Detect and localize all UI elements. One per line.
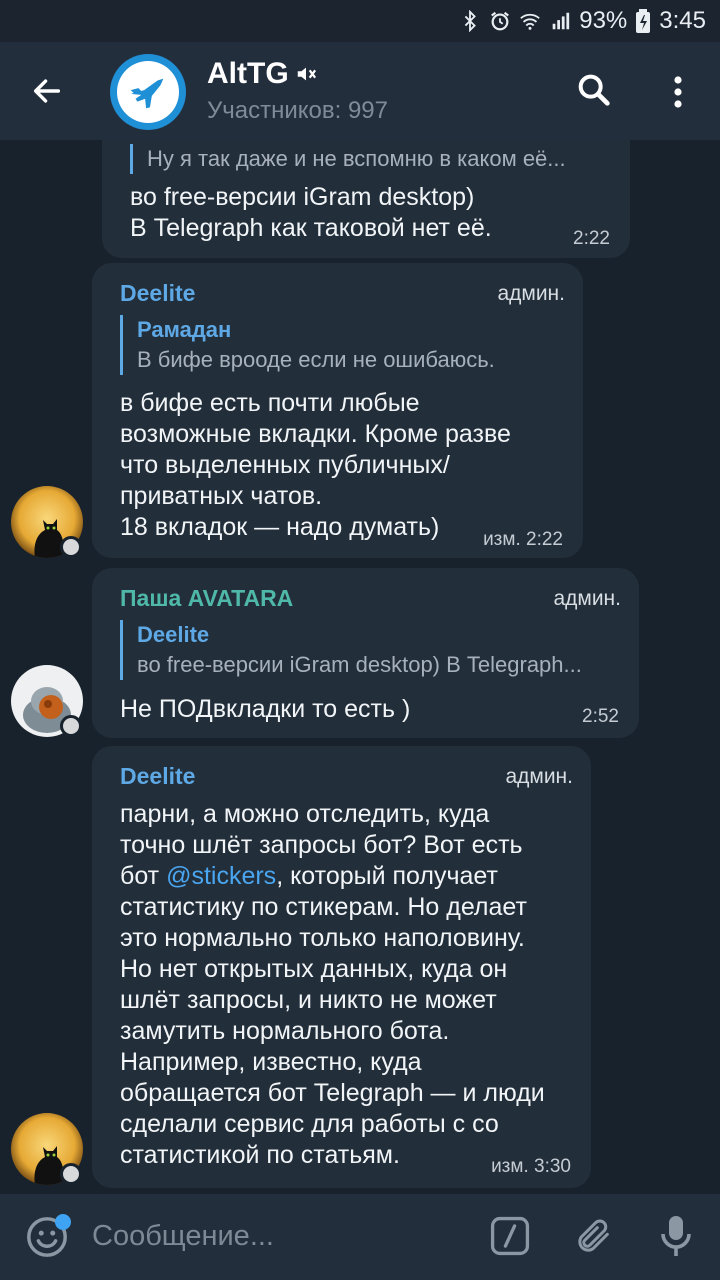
attach-button[interactable] xyxy=(574,1214,614,1258)
voice-record-button[interactable] xyxy=(658,1212,694,1260)
message-text: Не ПОДвкладки то есть ) xyxy=(120,695,411,723)
reply-text: во free-версии iGram desktop) В Telegrap… xyxy=(137,652,582,677)
avatar-status-dot xyxy=(60,715,82,737)
avatar-status-dot xyxy=(60,536,82,558)
bluetooth-icon xyxy=(465,10,477,32)
sender-name[interactable]: Паша AVATARA xyxy=(120,585,293,612)
reply-sender: Рамадан xyxy=(137,317,232,342)
sender-name[interactable]: Deelite xyxy=(120,763,195,790)
signal-icon xyxy=(552,12,570,30)
status-bar: 93% 3:45 xyxy=(0,0,720,42)
message-time: 2:52 xyxy=(582,706,619,727)
message-text-part: , который получает статистику по стикера… xyxy=(120,862,545,1169)
members-count: Участников: 997 xyxy=(207,97,388,124)
reply-quote[interactable]: Deelite во free-версии iGram desktop) В … xyxy=(120,620,616,680)
chat-title[interactable]: AltTG xyxy=(207,57,317,91)
microphone-icon xyxy=(661,1216,691,1256)
message-text: в бифе есть почти любые возможные вкладк… xyxy=(120,389,511,541)
battery-percent: 93% xyxy=(579,7,628,34)
back-button[interactable] xyxy=(26,70,68,112)
back-arrow-icon xyxy=(33,79,61,103)
message-bubble[interactable]: Ну я так даже и не вспомню в каком её...… xyxy=(102,140,630,258)
chat-avatar[interactable] xyxy=(110,54,186,130)
message-time: изм. 3:30 xyxy=(491,1156,571,1177)
telegram-plane-icon xyxy=(117,61,179,123)
message-text: во free-версии iGram desktop) В Telegrap… xyxy=(130,183,492,242)
reply-quote[interactable]: Ну я так даже и не вспомню в каком её... xyxy=(130,144,610,174)
message-text: парни, а можно отследить, куда точно шлё… xyxy=(120,799,545,1171)
bot-mention-link[interactable]: @stickers xyxy=(166,862,276,890)
message-list[interactable]: Ну я так даже и не вспомню в каком её...… xyxy=(0,140,720,1194)
slash-command-icon xyxy=(490,1216,530,1256)
clock: 3:45 xyxy=(659,7,706,34)
search-button[interactable] xyxy=(574,70,614,110)
notification-dot xyxy=(55,1214,71,1230)
message-bubble[interactable]: Deelite админ. парни, а можно отследить,… xyxy=(92,746,591,1188)
reply-sender: Deelite xyxy=(137,622,210,647)
message-time: 2:22 xyxy=(573,228,610,249)
admin-badge: админ. xyxy=(553,587,621,610)
alarm-icon xyxy=(491,11,510,31)
wifi-icon xyxy=(520,13,541,30)
admin-badge: админ. xyxy=(497,282,565,305)
reply-quote[interactable]: Рамадан В бифе врооде если не ошибаюсь. xyxy=(120,315,550,375)
message-time: изм. 2:22 xyxy=(483,529,563,550)
chat-header: AltTG Участников: 997 xyxy=(0,42,720,140)
bot-commands-button[interactable] xyxy=(488,1214,532,1258)
battery-icon xyxy=(636,9,651,33)
search-icon xyxy=(578,74,610,106)
more-vertical-icon xyxy=(674,76,682,108)
message-bubble[interactable]: Deelite админ. Рамадан В бифе врооде есл… xyxy=(92,263,583,558)
muted-icon xyxy=(297,67,316,81)
message-bubble[interactable]: Паша AVATARA админ. Deelite во free-верс… xyxy=(92,568,639,738)
paperclip-icon xyxy=(578,1219,609,1252)
reply-text: Ну я так даже и не вспомню в каком её... xyxy=(147,146,566,171)
message-input[interactable] xyxy=(92,1216,452,1256)
status-icons: 93% 3:45 xyxy=(459,6,706,36)
chat-title-text: AltTG xyxy=(207,57,289,90)
admin-badge: админ. xyxy=(505,765,573,788)
reply-text: В бифе врооде если не ошибаюсь. xyxy=(137,347,495,372)
message-composer xyxy=(0,1194,720,1280)
avatar-status-dot xyxy=(60,1163,82,1185)
sender-name[interactable]: Deelite xyxy=(120,280,195,307)
more-button[interactable] xyxy=(664,72,692,112)
